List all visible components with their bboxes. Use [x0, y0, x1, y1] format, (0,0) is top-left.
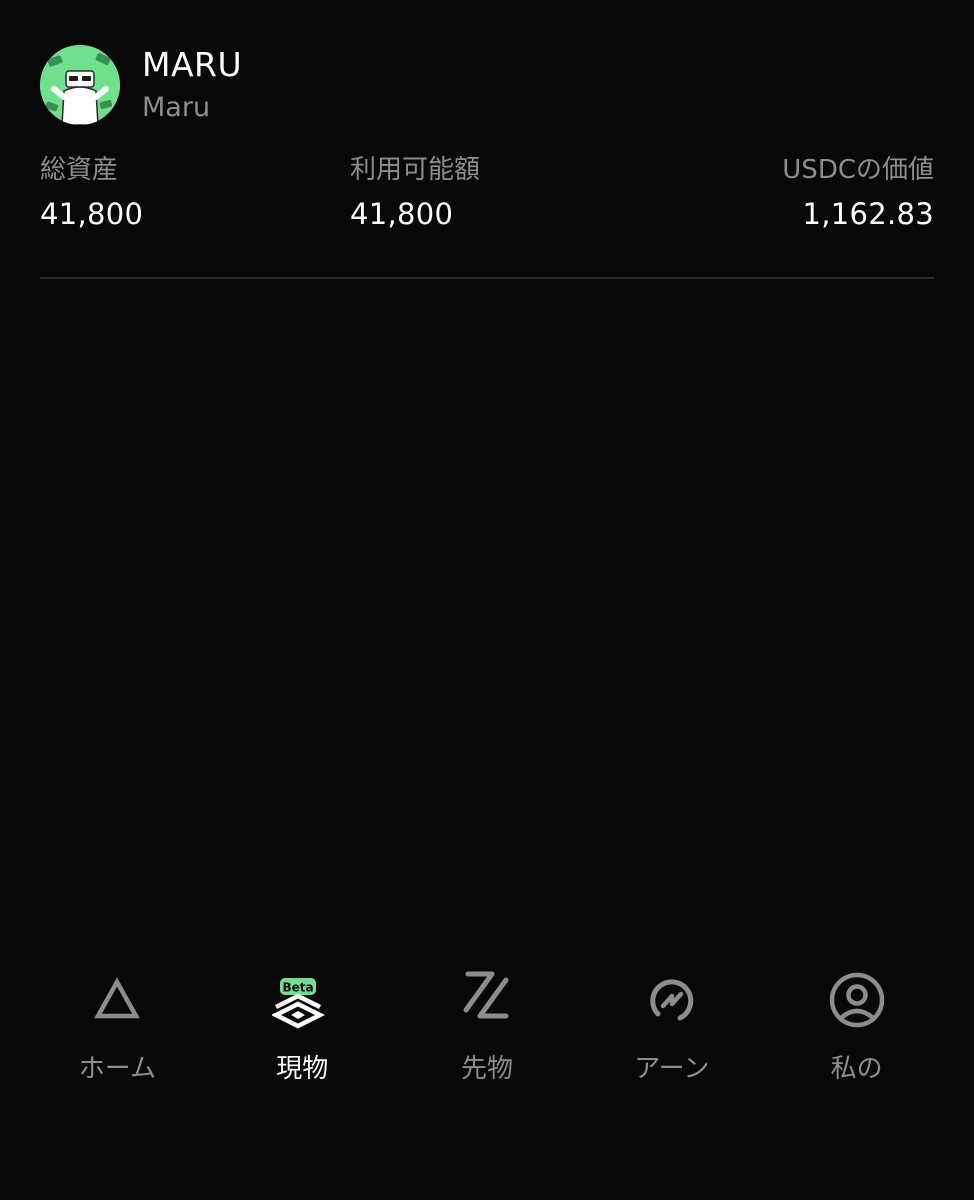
nav-item-mine[interactable]: 私の	[764, 960, 949, 1100]
stat-value: 41,800	[40, 197, 144, 231]
avatar-image	[40, 45, 120, 125]
stat-usdc-value: USDCの価値 1,162.83	[782, 150, 934, 236]
nav-label: 私の	[830, 1054, 883, 1084]
stat-total-assets: 総資産 41,800	[40, 150, 350, 236]
divider	[40, 277, 934, 279]
profile-header: MARU Maru	[40, 45, 242, 125]
layers-icon: Beta	[262, 960, 342, 1040]
display-name: MARU	[142, 45, 243, 84]
bottom-nav: ホーム Beta 現物 先物 アーン 私の	[25, 960, 949, 1100]
avatar[interactable]	[40, 45, 120, 125]
stat-available-amount: 利用可能額 41,800	[350, 150, 782, 236]
nav-label: アーン	[634, 1054, 710, 1084]
nav-label: ホーム	[78, 1054, 157, 1084]
nav-item-spot[interactable]: Beta 現物	[210, 960, 395, 1100]
stat-value: 1,162.83	[802, 197, 934, 231]
nav-label: 現物	[276, 1054, 329, 1084]
nav-label: 先物	[460, 1054, 513, 1084]
stat-value: 41,800	[350, 197, 454, 231]
asset-summary: 総資産 41,800 利用可能額 41,800 USDCの価値 1,162.83	[40, 150, 934, 236]
stat-label: 総資産	[40, 155, 119, 185]
nav-item-home[interactable]: ホーム	[25, 960, 210, 1100]
username: Maru	[142, 92, 211, 123]
triangle-icon	[77, 960, 157, 1040]
user-circle-icon	[817, 960, 897, 1040]
earn-icon	[632, 960, 712, 1040]
futures-z-icon	[447, 960, 527, 1040]
stat-label: USDCの価値	[782, 155, 934, 185]
beta-badge: Beta	[283, 981, 314, 995]
stat-label: 利用可能額	[350, 155, 481, 185]
nav-item-futures[interactable]: 先物	[395, 960, 580, 1100]
nav-item-earn[interactable]: アーン	[579, 960, 764, 1100]
